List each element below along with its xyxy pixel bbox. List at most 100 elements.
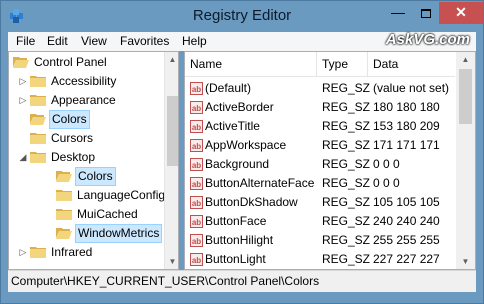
reg-string-icon: ab [190, 196, 203, 209]
column-header-type[interactable]: Type [317, 52, 368, 77]
close-button[interactable]: ✕ [439, 2, 483, 24]
title-bar[interactable]: Registry Editor — ✕ [1, 1, 483, 32]
column-header-data[interactable]: Data [368, 52, 455, 77]
svg-text:ab: ab [192, 237, 201, 246]
collapsed-arrow-icon[interactable]: ▷ [18, 91, 28, 110]
collapsed-arrow-icon[interactable]: ▷ [18, 243, 28, 262]
value-type: REG_SZ [322, 81, 371, 95]
menu-favorites[interactable]: Favorites [120, 34, 169, 48]
table-row[interactable]: ab ActiveTitle REG_SZ 153 180 209 [185, 117, 455, 136]
value-name: ActiveTitle [205, 119, 260, 133]
tree-label: WindowMetrics [75, 224, 163, 243]
value-name: ButtonHilight [205, 233, 274, 247]
value-name: ButtonAlternateFace [205, 176, 315, 190]
table-row[interactable]: ab ButtonDkShadow REG_SZ 105 105 105 [185, 193, 455, 212]
value-data: 227 227 227 [373, 252, 440, 266]
tree-label: Appearance [51, 93, 116, 107]
tree-label: LanguageConfig [77, 188, 166, 202]
minimize-button[interactable]: — [384, 2, 412, 24]
reg-string-icon: ab [190, 215, 203, 228]
tree-label: Colors [75, 167, 116, 186]
svg-text:ab: ab [192, 142, 201, 151]
value-type: REG_SZ [322, 195, 371, 209]
table-row[interactable]: ab ButtonFace REG_SZ 240 240 240 [185, 212, 455, 231]
expanded-arrow-icon[interactable]: ◢ [18, 148, 28, 167]
folder-open-icon [30, 114, 46, 125]
menu-help[interactable]: Help [182, 34, 207, 48]
folder-open-icon [56, 228, 72, 239]
table-row[interactable]: ab ButtonLight REG_SZ 227 227 227 [185, 250, 455, 269]
folder-icon [30, 152, 46, 163]
collapsed-arrow-icon[interactable]: ▷ [18, 72, 28, 91]
list-vertical-scrollbar[interactable]: ▲ ▼ [456, 52, 475, 269]
registry-values-pane[interactable]: Name Type Data ab (Default) REG_SZ (value n… [184, 51, 476, 270]
value-type: REG_SZ [322, 252, 371, 266]
reg-string-icon: ab [190, 253, 203, 266]
table-row[interactable]: ab ButtonAlternateFace REG_SZ 0 0 0 [185, 174, 455, 193]
watermark-text: AskVG.com [385, 31, 470, 48]
svg-text:ab: ab [192, 180, 201, 189]
folder-icon [56, 190, 72, 201]
value-data: 240 240 240 [373, 214, 440, 228]
folder-icon [30, 247, 46, 258]
table-row[interactable]: ab Background REG_SZ 0 0 0 [185, 155, 455, 174]
value-type: REG_SZ [322, 138, 371, 152]
reg-string-icon: ab [190, 177, 203, 190]
value-type: REG_SZ [322, 119, 371, 133]
scrollbar-thumb[interactable] [167, 96, 178, 166]
registry-tree-pane[interactable]: Control Panel ▷ Accessibility ▷ Appearance C… [8, 51, 179, 270]
tree-label: Control Panel [34, 55, 107, 69]
tree-label: Accessibility [51, 74, 117, 88]
svg-text:ab: ab [192, 199, 201, 208]
value-data: (value not set) [373, 81, 450, 95]
reg-string-icon: ab [190, 120, 203, 133]
scrollbar-thumb[interactable] [459, 69, 472, 124]
reg-string-icon: ab [190, 101, 203, 114]
table-row[interactable]: ab (Default) REG_SZ (value not set) [185, 79, 455, 98]
value-data: 153 180 209 [373, 119, 440, 133]
table-row[interactable]: ab ButtonHilight REG_SZ 255 255 255 [185, 231, 455, 250]
minimize-icon: — [391, 4, 405, 20]
value-data: 180 180 180 [373, 100, 440, 114]
scroll-down-icon[interactable]: ▼ [458, 254, 473, 269]
svg-text:ab: ab [192, 104, 201, 113]
menu-file[interactable]: File [16, 34, 35, 48]
tree-label: Colors [49, 110, 90, 129]
scroll-down-icon[interactable]: ▼ [165, 254, 178, 269]
column-header-name[interactable]: Name [185, 52, 317, 77]
menu-view[interactable]: View [81, 34, 107, 48]
scroll-up-icon[interactable]: ▲ [458, 52, 473, 67]
value-data: 171 171 171 [373, 138, 440, 152]
value-type: REG_SZ [322, 157, 371, 171]
registry-editor-window: Registry Editor — ✕ File Edit View Favor… [0, 0, 484, 304]
reg-string-icon: ab [190, 82, 203, 95]
value-data: 105 105 105 [373, 195, 440, 209]
value-name: (Default) [205, 81, 252, 95]
folder-icon [30, 133, 46, 144]
value-type: REG_SZ [322, 176, 371, 190]
value-name: AppWorkspace [205, 138, 287, 152]
value-data: 0 0 0 [373, 176, 400, 190]
reg-string-icon: ab [190, 158, 203, 171]
value-name: ButtonDkShadow [205, 195, 298, 209]
value-name: ActiveBorder [205, 100, 274, 114]
value-type: REG_SZ [322, 214, 371, 228]
scroll-up-icon[interactable]: ▲ [165, 52, 178, 67]
list-header: Name Type Data [185, 52, 455, 77]
folder-open-icon [13, 57, 29, 68]
maximize-button[interactable] [412, 2, 439, 24]
tree-label: Cursors [51, 131, 94, 145]
svg-text:ab: ab [192, 256, 201, 265]
table-row[interactable]: ab AppWorkspace REG_SZ 171 171 171 [185, 136, 455, 155]
tree-vertical-scrollbar[interactable]: ▲ ▼ [164, 52, 178, 269]
value-data: 0 0 0 [373, 157, 400, 171]
table-row[interactable]: ab ActiveBorder REG_SZ 180 180 180 [185, 98, 455, 117]
folder-icon [56, 209, 72, 220]
reg-string-icon: ab [190, 234, 203, 247]
svg-text:ab: ab [192, 218, 201, 227]
menu-edit[interactable]: Edit [47, 34, 68, 48]
maximize-icon [420, 8, 431, 18]
folder-icon [30, 95, 46, 106]
value-name: ButtonLight [205, 252, 266, 266]
value-type: REG_SZ [322, 233, 371, 247]
